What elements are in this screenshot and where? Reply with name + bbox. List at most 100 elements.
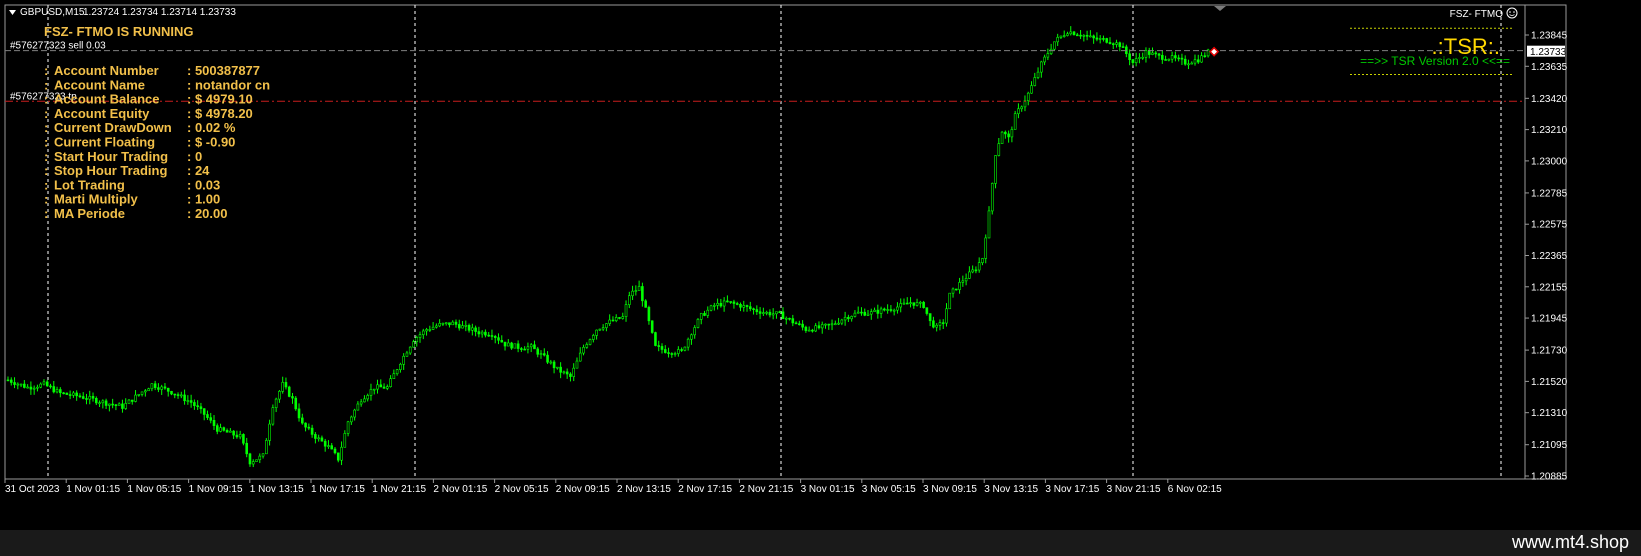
- candle-body: [284, 382, 288, 388]
- candle-body: [951, 288, 955, 294]
- candle-body: [369, 389, 373, 396]
- candle-body: [621, 316, 625, 319]
- candle-body: [784, 317, 788, 320]
- candle-body: [356, 403, 360, 411]
- candle-body: [876, 309, 880, 314]
- candle-body: [467, 325, 471, 331]
- candle-body: [330, 445, 334, 450]
- candle-body: [856, 311, 860, 314]
- candle-body: [23, 383, 26, 388]
- info-row-bullet: :: [44, 149, 48, 164]
- candle-body: [974, 269, 978, 272]
- x-tick-label: 2 Nov 09:15: [556, 484, 610, 495]
- expert-advisor-label: FSZ- FTMO: [1450, 9, 1504, 20]
- candle-body: [935, 324, 938, 328]
- info-row-label: Marti Multiply: [54, 192, 139, 207]
- candle-body: [317, 437, 320, 440]
- candle-body: [359, 401, 363, 405]
- candle-body: [232, 430, 235, 436]
- info-row-bullet: :: [44, 135, 48, 150]
- smiley-icon[interactable]: [1506, 7, 1518, 19]
- candle-body: [366, 395, 370, 400]
- footer-bar: [0, 530, 1641, 556]
- candle-body: [222, 427, 226, 431]
- candle-body: [768, 311, 772, 316]
- candle-body: [340, 446, 343, 461]
- x-tick-label: 3 Nov 09:15: [923, 484, 977, 495]
- candle-body: [350, 416, 353, 423]
- candle-body: [853, 312, 857, 317]
- candle-body: [1046, 53, 1050, 58]
- candle-body: [101, 400, 105, 404]
- candle-body: [265, 440, 268, 455]
- candle-body: [183, 394, 186, 402]
- candle-body: [1082, 34, 1086, 37]
- candle-body: [1013, 113, 1017, 130]
- candle-body: [150, 383, 154, 390]
- candle-body: [1187, 63, 1190, 66]
- candle-body: [209, 417, 213, 421]
- candle-body: [735, 303, 739, 305]
- candle-body: [529, 344, 533, 348]
- candle-body: [624, 304, 628, 317]
- price-chart[interactable]: 1.23845 1.23635 1.23420 1.23210 1.23000 1.227…: [0, 0, 1641, 530]
- candle-body: [402, 355, 405, 365]
- candle-body: [372, 388, 376, 391]
- chart-menu-arrow-icon[interactable]: [9, 10, 16, 15]
- candle-body: [1056, 37, 1059, 43]
- candle-body: [614, 317, 618, 321]
- candle-body: [739, 304, 742, 308]
- candle-body: [1144, 50, 1148, 58]
- candle-body: [418, 334, 422, 338]
- candle-body: [346, 421, 350, 434]
- candle-body: [938, 322, 942, 326]
- candle-body: [516, 343, 520, 349]
- candle-body: [45, 381, 49, 387]
- candle-body: [19, 383, 23, 386]
- candle-body: [281, 382, 284, 392]
- candle-body: [26, 386, 29, 389]
- candle-body: [444, 322, 448, 324]
- candle-body: [605, 323, 608, 328]
- candle-body: [627, 295, 631, 305]
- candle-body: [395, 369, 399, 375]
- info-row-bullet: :: [44, 120, 48, 135]
- candle-body: [945, 308, 948, 324]
- candle-body: [552, 361, 556, 369]
- info-row-bullet: :: [44, 77, 48, 92]
- candle-body: [755, 309, 759, 313]
- chart-shift-marker-icon[interactable]: [1214, 6, 1226, 11]
- candle-body: [618, 317, 621, 319]
- candle-body: [572, 367, 576, 377]
- candle-body: [484, 331, 487, 336]
- candle-body: [421, 330, 425, 335]
- candle-body: [510, 342, 513, 349]
- candle-body: [827, 323, 831, 326]
- candle-body: [1020, 106, 1024, 110]
- candle-body: [1111, 43, 1115, 45]
- candle-body: [575, 360, 579, 369]
- info-row-label: MA Periode: [54, 206, 125, 221]
- candle-body: [176, 394, 180, 396]
- info-row-label: Account Equity: [54, 106, 150, 121]
- candle-body: [703, 313, 706, 316]
- last-price-marker-icon: [1209, 46, 1220, 57]
- candle-body: [104, 400, 108, 406]
- candle-body: [238, 434, 242, 438]
- candle-body: [412, 341, 415, 348]
- chart-window[interactable]: 1.23845 1.23635 1.23420 1.23210 1.23000 1.227…: [0, 0, 1641, 530]
- candle-body: [193, 402, 196, 406]
- candle-body: [85, 398, 88, 400]
- candle-body: [520, 348, 523, 350]
- info-row-label: Account Balance: [54, 92, 159, 107]
- candle-body: [997, 143, 1001, 156]
- current-price-text: 1.23733: [1530, 47, 1567, 58]
- candle-body: [1134, 58, 1138, 63]
- candle-body: [1200, 55, 1203, 63]
- info-row-label: Current DrawDown: [54, 120, 172, 135]
- candle-body: [336, 452, 340, 461]
- candle-body: [562, 371, 566, 374]
- candle-body: [1118, 42, 1122, 47]
- candle-body: [968, 271, 971, 279]
- x-tick-label: 1 Nov 13:15: [250, 484, 304, 495]
